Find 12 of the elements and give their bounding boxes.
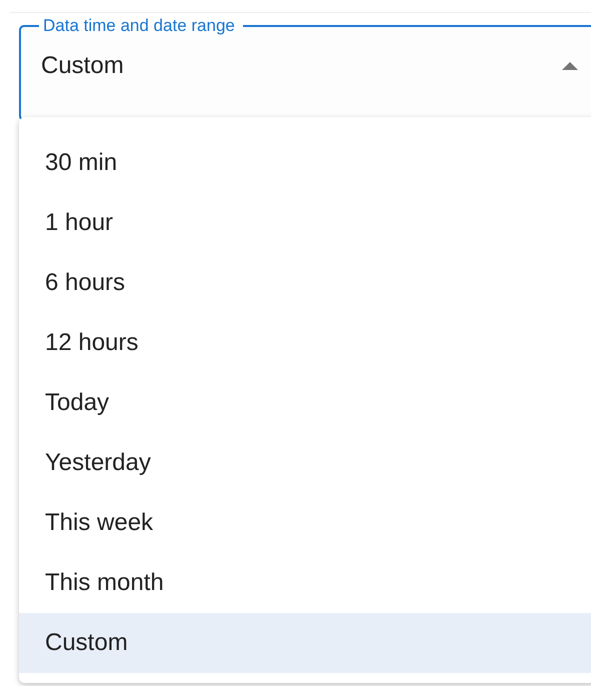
- menu-option[interactable]: 30 min: [19, 133, 591, 193]
- menu-option[interactable]: 12 hours: [19, 313, 591, 373]
- menu-option[interactable]: 6 hours: [19, 253, 591, 313]
- menu-option[interactable]: 1 hour: [19, 193, 591, 253]
- menu-option[interactable]: This month: [19, 553, 591, 613]
- menu-option[interactable]: Yesterday: [19, 433, 591, 493]
- menu-option[interactable]: Custom: [19, 613, 591, 673]
- menu-option[interactable]: This week: [19, 493, 591, 553]
- selected-value: Custom: [41, 52, 125, 80]
- date-range-select[interactable]: Data time and date range Custom: [19, 17, 591, 121]
- field-label: Data time and date range: [42, 17, 236, 35]
- menu-option[interactable]: Today: [19, 373, 591, 433]
